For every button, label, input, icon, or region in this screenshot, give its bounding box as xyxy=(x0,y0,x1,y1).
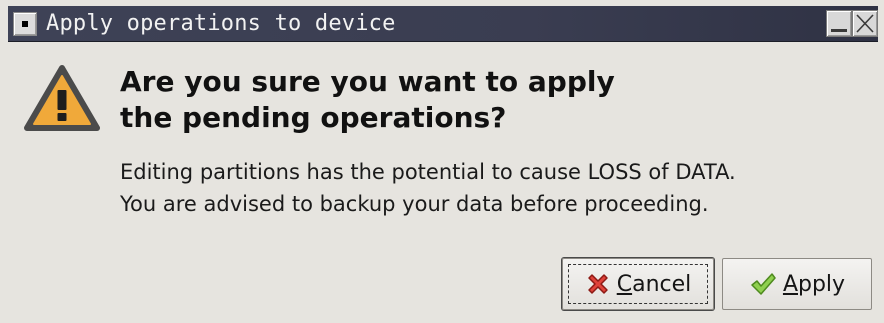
cancel-mnemonic: C xyxy=(616,271,633,297)
apply-mnemonic: A xyxy=(782,271,798,297)
apply-label: Apply xyxy=(783,272,845,297)
apply-label-rest: pply xyxy=(798,271,846,297)
close-button[interactable] xyxy=(852,10,878,37)
window-menu-icon xyxy=(22,21,28,27)
dialog-window: Apply operations to device Are you sure … xyxy=(0,0,884,323)
warning-triangle-icon xyxy=(24,65,100,131)
cancel-x-icon xyxy=(587,274,608,294)
cancel-label: Cancel xyxy=(617,272,692,297)
dialog-heading: Are you sure you want to apply the pendi… xyxy=(120,64,860,136)
title-bar[interactable]: Apply operations to device xyxy=(8,6,878,42)
dialog-message: Editing partitions has the potential to … xyxy=(120,156,880,220)
apply-button[interactable]: Apply xyxy=(722,258,872,310)
checkmark-icon xyxy=(751,273,776,295)
minimize-icon xyxy=(831,29,847,32)
message-line-2: You are advised to backup your data befo… xyxy=(120,192,709,216)
minimize-button[interactable] xyxy=(826,10,852,37)
message-line-1: Editing partitions has the potential to … xyxy=(120,160,736,184)
window-title: Apply operations to device xyxy=(46,11,396,36)
close-icon xyxy=(856,14,874,33)
cancel-label-rest: ancel xyxy=(632,271,692,297)
heading-line-2: the pending operations? xyxy=(120,101,507,134)
window-menu-button[interactable] xyxy=(13,12,37,36)
cancel-button[interactable]: Cancel xyxy=(562,258,714,310)
heading-line-1: Are you sure you want to apply xyxy=(120,65,615,98)
